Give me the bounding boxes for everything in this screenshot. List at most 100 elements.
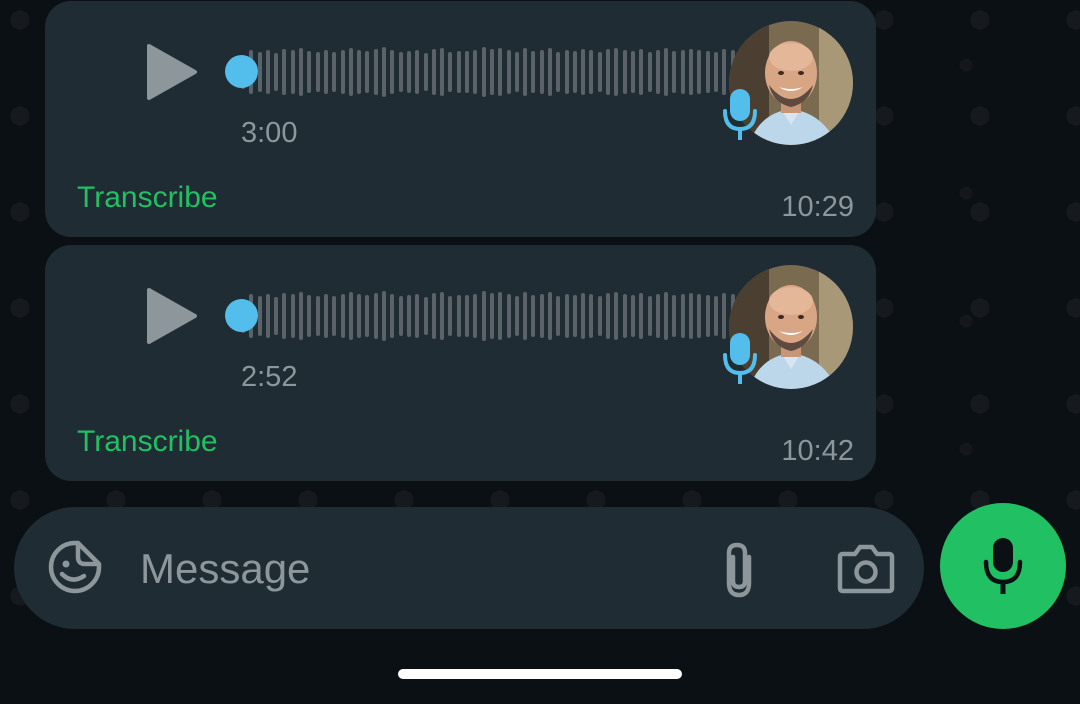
waveform-bar — [606, 293, 611, 339]
waveform-bar — [390, 50, 395, 94]
waveform-bar — [539, 294, 544, 338]
playback-scrubber[interactable] — [225, 55, 258, 88]
waveform-bar — [473, 50, 478, 94]
play-icon[interactable] — [145, 287, 197, 345]
waveform-bar — [531, 295, 536, 337]
waveform-bar — [307, 295, 312, 337]
waveform-bar — [514, 296, 519, 336]
waveform-bar — [597, 52, 602, 92]
waveform-bar — [348, 48, 353, 96]
waveform-bar — [655, 294, 660, 338]
waveform-bar — [498, 292, 503, 340]
waveform-bar — [498, 48, 503, 96]
microphone-icon — [983, 538, 1023, 594]
waveform-bar — [274, 53, 279, 91]
waveform-bar — [274, 297, 279, 335]
waveform-bar — [340, 50, 345, 94]
waveform-bar — [382, 291, 387, 341]
waveform-bar — [523, 48, 528, 96]
camera-icon[interactable] — [837, 542, 895, 594]
voice-record-button[interactable] — [940, 503, 1066, 629]
waveform-bar — [282, 293, 287, 339]
playback-scrubber[interactable] — [225, 299, 258, 332]
waveform-bar — [348, 292, 353, 340]
waveform-bar — [664, 292, 669, 340]
waveform-bar — [713, 52, 718, 92]
waveform-bar — [489, 293, 494, 339]
waveform-bar — [431, 49, 436, 95]
duration-label: 3:00 — [241, 117, 298, 149]
waveform-bar — [390, 294, 395, 338]
waveform-bar — [257, 296, 262, 336]
waveform[interactable] — [241, 45, 741, 99]
waveform-bar — [680, 294, 685, 338]
waveform-bar — [506, 294, 511, 338]
waveform-bar — [514, 52, 519, 92]
voice-message-bubble[interactable]: 3:00 Transcribe 10:29 — [45, 1, 876, 237]
waveform-bar — [398, 296, 403, 336]
waveform-bar — [572, 51, 577, 93]
waveform-bar — [357, 294, 362, 338]
message-input[interactable] — [138, 539, 662, 599]
waveform-bar — [589, 294, 594, 338]
waveform-bar — [531, 51, 536, 93]
waveform-bar — [315, 52, 320, 92]
waveform-bar — [547, 48, 552, 96]
waveform-bar — [647, 296, 652, 336]
waveform-bar — [423, 297, 428, 335]
waveform-bar — [365, 51, 370, 93]
waveform-bar — [406, 295, 411, 337]
waveform-bar — [614, 292, 619, 340]
waveform-bar — [357, 50, 362, 94]
waveform-bar — [315, 296, 320, 336]
waveform-bar — [672, 51, 677, 93]
waveform-bar — [465, 295, 470, 337]
waveform-bar — [332, 296, 337, 336]
waveform-bar — [290, 294, 295, 338]
waveform-bar — [440, 48, 445, 96]
waveform-bar — [689, 293, 694, 339]
paperclip-icon[interactable] — [719, 541, 759, 599]
waveform-bar — [299, 48, 304, 96]
sticker-icon[interactable] — [48, 540, 102, 594]
waveform-bar — [664, 48, 669, 96]
waveform-bar — [299, 292, 304, 340]
waveform-bar — [606, 49, 611, 95]
waveform-bar — [589, 50, 594, 94]
waveform-bar — [406, 51, 411, 93]
waveform-bar — [564, 50, 569, 94]
waveform[interactable] — [241, 289, 741, 343]
waveform-bar — [465, 51, 470, 93]
waveform-bar — [581, 293, 586, 339]
waveform-bar — [373, 293, 378, 339]
waveform-bar — [614, 48, 619, 96]
microphone-icon — [723, 89, 757, 140]
home-indicator[interactable] — [398, 669, 682, 679]
waveform-bar — [448, 52, 453, 92]
waveform-bar — [415, 294, 420, 338]
waveform-bar — [307, 51, 312, 93]
waveform-bar — [340, 294, 345, 338]
voice-message-bubble[interactable]: 2:52 Transcribe 10:42 — [45, 245, 876, 481]
play-icon[interactable] — [145, 43, 197, 101]
waveform-bar — [456, 51, 461, 93]
message-time: 10:42 — [781, 435, 854, 467]
waveform-bar — [473, 294, 478, 338]
transcribe-button[interactable]: Transcribe — [77, 425, 218, 459]
transcribe-button[interactable]: Transcribe — [77, 181, 218, 215]
duration-label: 2:52 — [241, 361, 298, 393]
waveform-bar — [456, 295, 461, 337]
waveform-bar — [323, 294, 328, 338]
waveform-bar — [689, 49, 694, 95]
waveform-bar — [630, 51, 635, 93]
waveform-bar — [440, 292, 445, 340]
waveform-bar — [697, 294, 702, 338]
waveform-bar — [423, 53, 428, 91]
waveform-bar — [332, 52, 337, 92]
waveform-bar — [481, 291, 486, 341]
waveform-bar — [523, 292, 528, 340]
waveform-bar — [539, 50, 544, 94]
waveform-bar — [282, 49, 287, 95]
waveform-bar — [265, 50, 270, 94]
waveform-bar — [639, 49, 644, 95]
